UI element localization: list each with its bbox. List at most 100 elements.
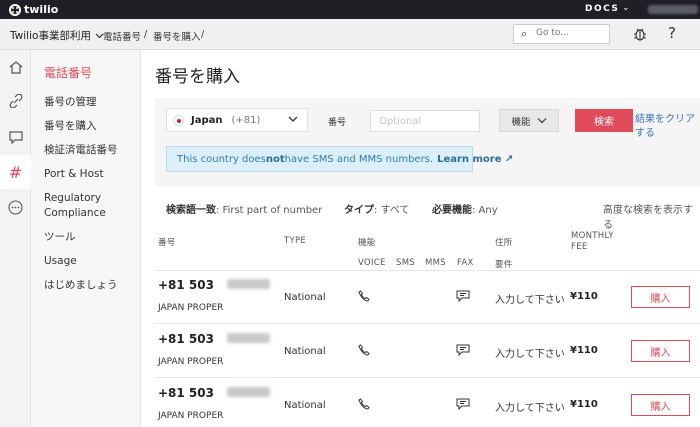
sidebar-item-get-started[interactable]: はじめましょう <box>44 278 118 293</box>
table-row: +81 503 JAPAN PROPER National 入力して下さい ¥1… <box>155 324 700 378</box>
chevron-down-icon[interactable]: ⌄ <box>622 3 630 13</box>
phone-icon <box>358 398 370 410</box>
fax-icon <box>456 290 470 302</box>
more-icon <box>8 199 23 215</box>
buy-button[interactable]: 購入 <box>631 286 690 308</box>
filter-type: タイプ: すべて <box>344 201 409 216</box>
goto-search-input[interactable] <box>536 28 606 38</box>
phone-number: +81 503 <box>158 386 214 400</box>
sidebar-item-regulatory[interactable]: Regulatory <box>44 191 101 206</box>
account-name-redacted[interactable] <box>648 5 698 14</box>
hash-icon: # <box>8 162 23 182</box>
number-region: JAPAN PROPER <box>158 357 224 367</box>
breadcrumb-buy-number[interactable]: 番号を購入 <box>153 29 201 43</box>
header-fee: FEE <box>571 242 588 252</box>
project-switcher[interactable]: Twilio事業部利用 <box>10 28 104 43</box>
buy-button[interactable]: 購入 <box>631 340 690 362</box>
monthly-fee: ¥110 <box>570 291 598 302</box>
sidebar-item-tools[interactable]: ツール <box>44 230 76 245</box>
goto-search[interactable]: ⌕ <box>513 24 610 44</box>
search-button[interactable]: 検索 <box>575 109 633 132</box>
filter-capabilities: 必要機能: Any <box>432 201 498 216</box>
chevron-down-icon <box>288 116 298 122</box>
buy-button[interactable]: 購入 <box>631 394 690 416</box>
link-icon <box>9 94 22 108</box>
rail-phone-numbers[interactable]: # <box>0 155 31 189</box>
phone-icon <box>358 290 370 302</box>
sidebar-title[interactable]: 電話番号 <box>44 64 92 81</box>
sms-mms-notice: This country does not have SMS and MMS n… <box>166 146 513 172</box>
address-requirement: 入力して下さい <box>495 349 565 360</box>
notice-text-pre: This country does <box>177 153 266 165</box>
japan-flag-icon <box>173 114 184 126</box>
sidebar-item-manage-numbers[interactable]: 番号の管理 <box>44 95 97 110</box>
number-type: National <box>284 400 326 411</box>
header-sms: SMS <box>396 258 416 268</box>
country-name: Japan <box>191 114 223 126</box>
header-capabilities: 機能 <box>358 238 376 248</box>
phone-number: +81 503 <box>158 332 214 346</box>
monthly-fee: ¥110 <box>570 399 598 410</box>
rail-home[interactable] <box>0 50 31 84</box>
filter-match-value: : First part of number <box>216 205 323 216</box>
header-type: TYPE <box>284 236 307 246</box>
phone-number-redacted <box>227 333 270 343</box>
header-monthly: MONTHLY <box>571 231 614 241</box>
brand-name: twilio <box>24 3 59 16</box>
docs-menu[interactable]: DOCS <box>585 4 619 14</box>
top-bar: twilio DOCS ⌄ <box>0 0 700 19</box>
home-icon <box>9 60 22 74</box>
twilio-logo[interactable]: twilio <box>9 3 58 16</box>
number-region: JAPAN PROPER <box>158 411 224 421</box>
fax-icon <box>456 398 470 410</box>
chat-icon <box>8 130 23 144</box>
header-fax: FAX <box>457 258 474 268</box>
country-select[interactable]: Japan (+81) <box>166 108 308 132</box>
project-name: Twilio事業部利用 <box>10 30 91 42</box>
sidebar-item-usage[interactable]: Usage <box>44 254 77 269</box>
sidebar-item-port-host[interactable]: Port & Host <box>44 167 104 182</box>
twilio-logo-icon <box>9 3 21 16</box>
learn-more-link[interactable]: Learn more ↗ <box>437 154 513 165</box>
monthly-fee: ¥110 <box>570 345 598 356</box>
help-icon[interactable]: ? <box>668 24 676 42</box>
number-type: National <box>284 292 326 303</box>
phone-number-redacted <box>227 279 270 289</box>
advanced-search-link[interactable]: 高度な検索を表示する <box>603 201 700 231</box>
header-voice: VOICE <box>358 258 386 268</box>
breadcrumb-phone-numbers[interactable]: 電話番号 <box>103 29 141 43</box>
search-icon: ⌕ <box>521 27 528 40</box>
notice-text-emph: not <box>265 153 285 165</box>
rail-chat[interactable] <box>0 120 31 154</box>
rail-more[interactable] <box>0 190 31 224</box>
icon-rail: # <box>0 50 31 427</box>
filter-capabilities-value: : Any <box>472 205 498 216</box>
features-label: 機能 <box>511 116 531 128</box>
filter-type-key: タイプ <box>344 205 374 216</box>
bug-icon[interactable] <box>633 26 647 42</box>
sidebar-item-verified-numbers[interactable]: 検証済電話番号 <box>44 143 118 158</box>
table-row: +81 503 JAPAN PROPER National 入力して下さい ¥1… <box>155 378 700 427</box>
number-label: 番号 <box>328 118 347 128</box>
address-requirement: 入力して下さい <box>495 295 565 306</box>
header-number: 番号 <box>158 238 176 248</box>
phone-number: +81 503 <box>158 278 214 292</box>
number-input[interactable] <box>370 110 480 132</box>
features-dropdown[interactable]: 機能 <box>499 109 559 132</box>
sidebar: 電話番号 番号の管理 番号を購入 検証済電話番号 Port & Host Reg… <box>31 50 141 427</box>
page-title: 番号を購入 <box>155 67 240 87</box>
fax-icon <box>456 344 470 356</box>
address-requirement: 入力して下さい <box>495 403 565 414</box>
country-dial-code: (+81) <box>231 114 261 126</box>
breadcrumb-separator: / <box>201 29 205 40</box>
rail-link[interactable] <box>0 84 31 118</box>
sidebar-item-compliance[interactable]: Compliance <box>44 206 106 221</box>
filter-match-key: 検索語一致 <box>166 205 216 216</box>
project-bar: Twilio事業部利用 電話番号 / 番号を購入 / ⌕ ? <box>0 19 700 50</box>
clear-results-link[interactable]: 結果をクリアする <box>635 113 695 141</box>
phone-icon <box>358 344 370 356</box>
number-type: National <box>284 346 326 357</box>
header-mms: MMS <box>425 258 446 268</box>
filter-capabilities-key: 必要機能 <box>432 205 472 216</box>
sidebar-item-buy-number[interactable]: 番号を購入 <box>44 119 97 134</box>
